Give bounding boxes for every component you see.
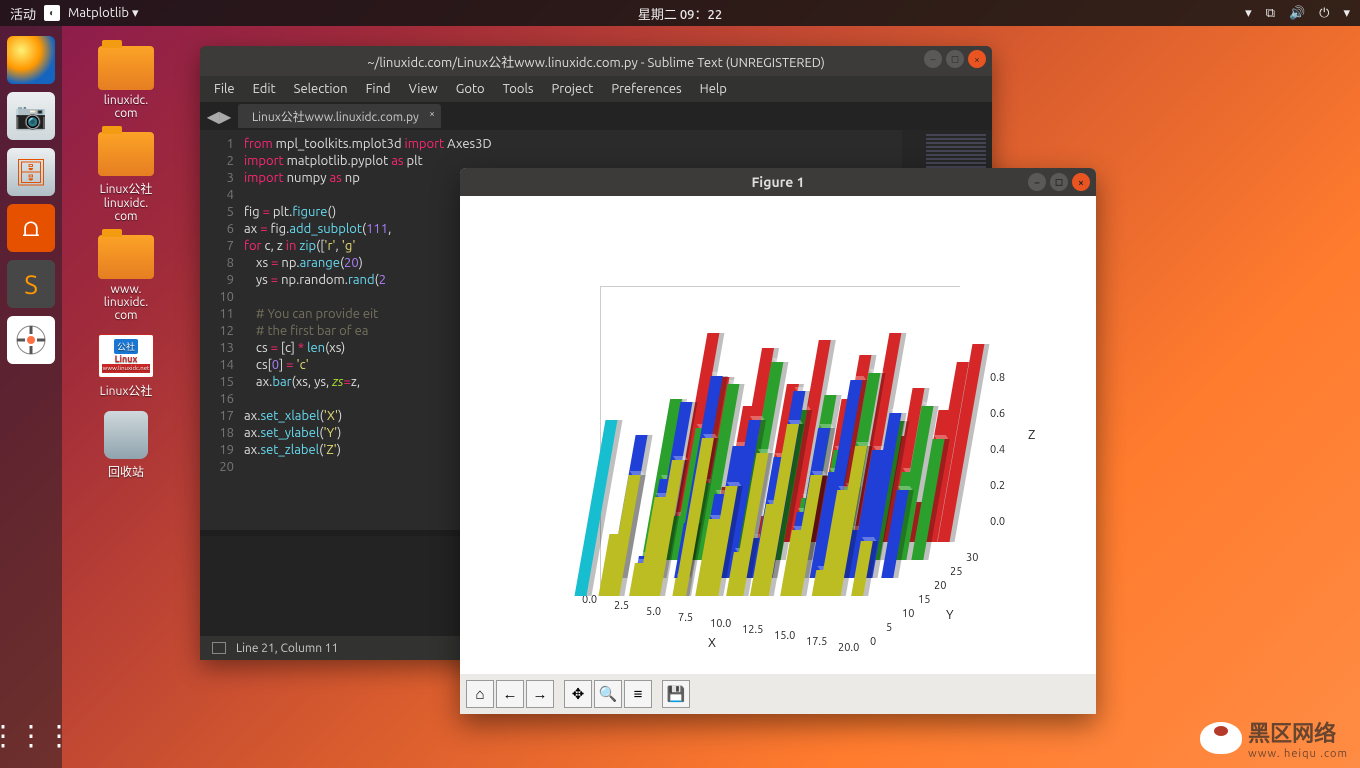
z-axis-label: Z [1028, 428, 1035, 442]
maximize-button[interactable]: ◻ [946, 50, 964, 68]
close-button[interactable]: × [1072, 173, 1090, 191]
desktop-folder[interactable]: www. linuxidc. com [86, 235, 166, 322]
desktop-icons: linuxidc. com Linux公社 linuxidc. com www.… [86, 46, 166, 480]
files-launcher[interactable]: 🗄 [7, 148, 55, 196]
y-tick: 30 [966, 552, 978, 564]
configure-subplots-button[interactable]: ≡ [624, 680, 652, 708]
menu-project[interactable]: Project [552, 82, 594, 96]
figure-titlebar[interactable]: Figure 1 – ◻ × [460, 168, 1096, 196]
figure-canvas[interactable]: X Y Z 0.00.20.40.60.80510152025300.02.55… [460, 196, 1096, 674]
menu-file[interactable]: File [214, 82, 235, 96]
z-tick: 0.0 [990, 516, 1005, 528]
back-button[interactable]: ← [496, 680, 524, 708]
tab-label: Linux公社www.linuxidc.com.py [252, 111, 419, 124]
close-button[interactable]: × [968, 50, 986, 68]
home-button[interactable]: ⌂ [466, 680, 494, 708]
trash[interactable]: 回收站 [86, 411, 166, 480]
matplotlib-figure-window: Figure 1 – ◻ × X Y Z 0.0 0.2 0.4 0.6 0.8 05 10… [460, 168, 1096, 714]
panel-switcher-icon[interactable] [212, 642, 226, 654]
watermark-subtitle: www. heiqu .com [1248, 748, 1348, 760]
menu-edit[interactable]: Edit [253, 82, 276, 96]
window-titlebar[interactable]: ~/linuxidc.com/Linux公社www.linuxidc.com.p… [200, 46, 992, 76]
desktop-shortcut[interactable]: 公社Linuxwww.linuxidc.netLinux公社 [86, 334, 166, 399]
power-icon[interactable]: ⏻ [1319, 6, 1329, 21]
x-tick: 12.5 [742, 624, 763, 636]
x-tick: 20.0 [838, 642, 859, 654]
system-menu-chevron-icon[interactable]: ▾ [1343, 6, 1350, 21]
network-icon[interactable]: ⧉ [1266, 6, 1275, 21]
maximize-button[interactable]: ◻ [1050, 173, 1068, 191]
menu-find[interactable]: Find [366, 82, 391, 96]
y-tick: 10 [902, 608, 914, 620]
watermark-title: 黑区网络 [1248, 721, 1336, 746]
volume-icon[interactable]: 🔊 [1289, 6, 1305, 21]
menu-view[interactable]: View [409, 82, 438, 96]
forward-button[interactable]: → [526, 680, 554, 708]
amazon-launcher[interactable]: ⩍ [7, 204, 55, 252]
gnome-topbar: 活动 ◐ Matplotlib ▾ 星期二 09：22 ▾ ⧉ 🔊 ⏻ ▾ [0, 0, 1360, 26]
x-tick: 10.0 [710, 618, 731, 630]
tab-bar: ◀▶ Linux公社www.linuxidc.com.py × [200, 102, 992, 130]
matplotlib-indicator-icon: ◐ [44, 5, 60, 21]
y-tick: 25 [950, 566, 962, 578]
tab-next-icon[interactable]: ▶ [219, 107, 231, 126]
x-tick: 7.5 [678, 612, 693, 624]
menu-help[interactable]: Help [700, 82, 727, 96]
tab-prev-icon[interactable]: ◀ [207, 107, 219, 126]
camera-app-launcher[interactable]: 📷 [7, 92, 55, 140]
z-tick: 0.2 [990, 480, 1005, 492]
menu-bar: File Edit Selection Find View Goto Tools… [200, 76, 992, 102]
pan-button[interactable]: ✥ [564, 680, 592, 708]
watermark: 黑区网络 www. heiqu .com [1200, 716, 1348, 760]
desktop-folder[interactable]: Linux公社 linuxidc. com [86, 132, 166, 223]
y-tick: 0 [870, 636, 876, 648]
indicator-chevron-icon[interactable]: ▾ [1245, 6, 1252, 21]
app-menu[interactable]: Matplotlib ▾ [68, 6, 139, 21]
settings-launcher[interactable] [7, 316, 55, 364]
y-axis-label: Y [946, 608, 954, 622]
x-axis-label: X [708, 636, 716, 650]
save-button[interactable]: 💾 [662, 680, 690, 708]
watermark-icon [1200, 722, 1242, 754]
y-tick: 5 [886, 622, 892, 634]
x-tick: 15.0 [774, 630, 795, 642]
minimize-button[interactable]: – [924, 50, 942, 68]
x-tick: 2.5 [614, 600, 629, 612]
cursor-position: Line 21, Column 11 [236, 642, 338, 655]
grid-line [600, 286, 960, 287]
z-tick: 0.6 [990, 408, 1005, 420]
menu-preferences[interactable]: Preferences [611, 82, 681, 96]
zoom-button[interactable]: 🔍 [594, 680, 622, 708]
z-tick: 0.8 [990, 372, 1005, 384]
editor-tab[interactable]: Linux公社www.linuxidc.com.py × [238, 104, 441, 128]
y-tick: 15 [918, 594, 930, 606]
window-title: ~/linuxidc.com/Linux公社www.linuxidc.com.p… [367, 52, 825, 71]
sublime-launcher[interactable]: S [7, 260, 55, 308]
menu-tools[interactable]: Tools [503, 82, 534, 96]
x-tick: 5.0 [646, 606, 661, 618]
x-tick: 17.5 [806, 636, 827, 648]
tab-close-icon[interactable]: × [429, 108, 435, 119]
menu-goto[interactable]: Goto [456, 82, 485, 96]
minimize-button[interactable]: – [1028, 173, 1046, 191]
line-gutter: 1234567891011121314151617181920 [200, 130, 244, 530]
show-applications-button[interactable]: ⋮⋮⋮ [0, 719, 73, 752]
activities-button[interactable]: 活动 [10, 4, 36, 23]
clock[interactable]: 星期二 09：22 [638, 4, 722, 23]
menu-selection[interactable]: Selection [294, 82, 348, 96]
z-tick: 0.4 [990, 444, 1005, 456]
firefox-launcher[interactable] [7, 36, 55, 84]
figure-title: Figure 1 [751, 174, 804, 190]
desktop-folder[interactable]: linuxidc. com [86, 46, 166, 120]
y-tick: 20 [934, 580, 946, 592]
launcher-dock: 📷 🗄 ⩍ S ⋮⋮⋮ [0, 26, 62, 768]
figure-toolbar: ⌂ ← → ✥ 🔍 ≡ 💾 [460, 674, 1096, 714]
